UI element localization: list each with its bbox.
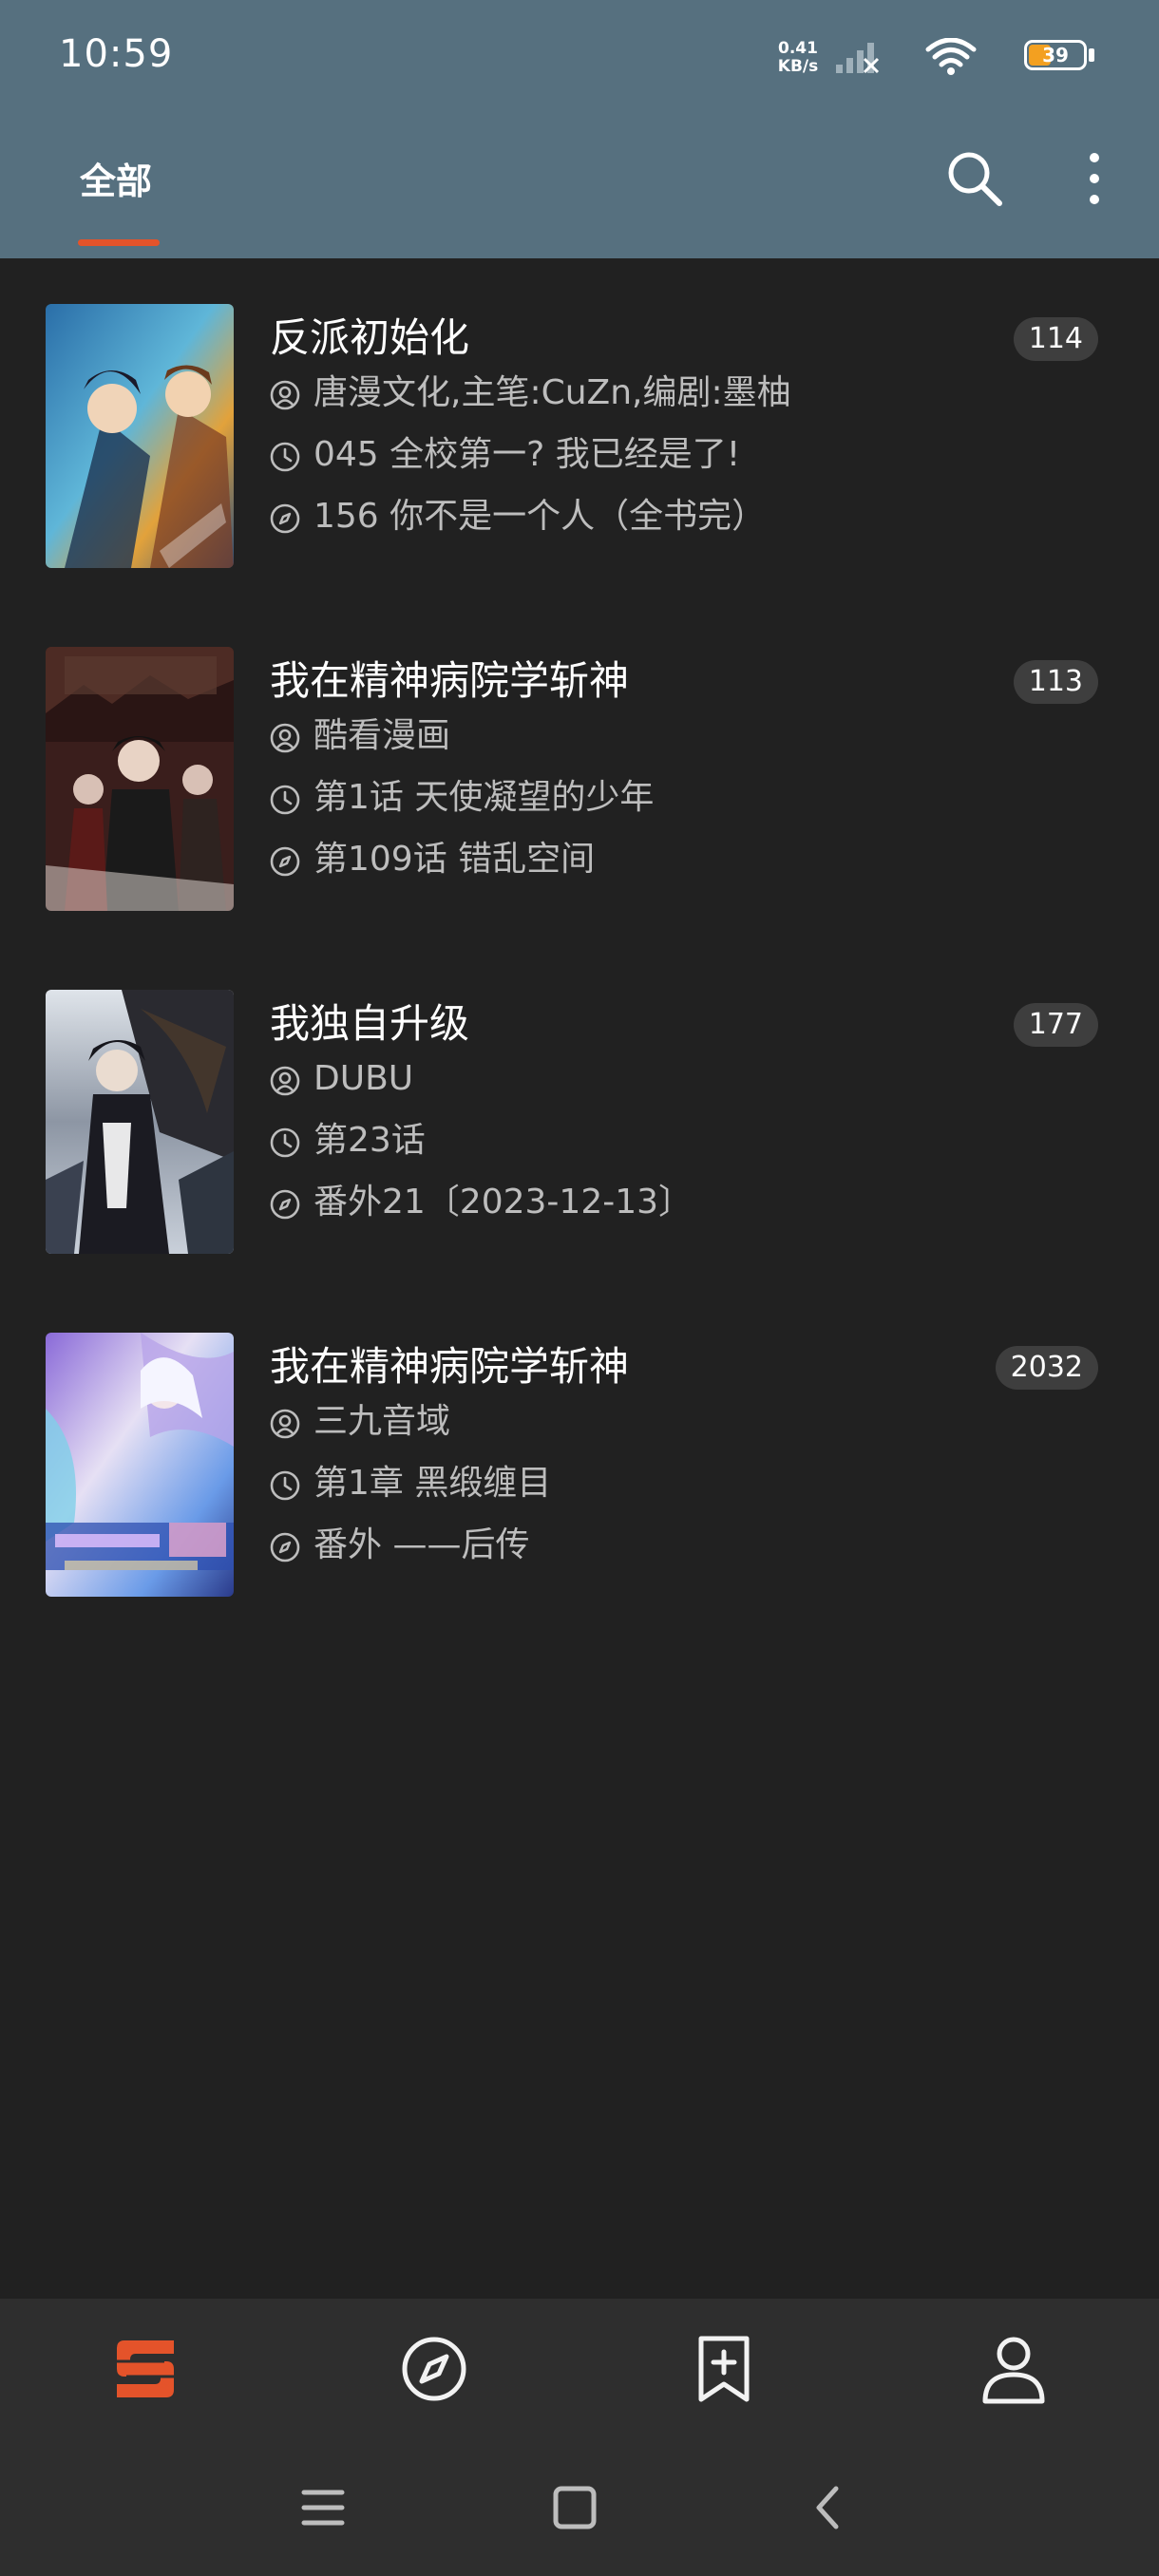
comic-author-text: 三九音域 xyxy=(314,1402,451,1441)
more-options-icon[interactable] xyxy=(1074,144,1115,213)
comic-latest-text: 番外 ——后传 xyxy=(314,1525,530,1564)
comic-latest-text: 156 你不是一个人（全书完） xyxy=(314,497,767,536)
chapter-count-badge: 2032 xyxy=(995,1346,1098,1390)
user-icon xyxy=(270,723,300,753)
chapter-count-badge: 114 xyxy=(1013,317,1098,361)
comic-author-text: 唐漫文化,主笔:CuZn,编剧:墨柚 xyxy=(314,373,791,412)
user-icon xyxy=(270,1409,300,1439)
comic-item[interactable]: 我独自升级 177 DUBU 第23话 番外21〔2023-12-13〕 xyxy=(0,944,1159,1288)
wifi-icon xyxy=(925,38,977,75)
clock-icon xyxy=(270,785,300,815)
battery-level: 39 xyxy=(1042,44,1069,66)
comic-last-read-text: 第23话 xyxy=(314,1121,426,1160)
compass-icon xyxy=(270,1532,300,1563)
comic-cover xyxy=(46,990,234,1254)
tab-all[interactable]: 全部 xyxy=(80,152,152,204)
comic-cover xyxy=(46,647,234,911)
comic-author-text: DUBU xyxy=(314,1059,414,1098)
comic-title: 反派初始化 xyxy=(270,314,470,361)
menu-icon[interactable] xyxy=(294,2479,352,2536)
user-icon xyxy=(270,380,300,410)
comic-last-read-text: 045 全校第一? 我已经是了! xyxy=(314,435,741,474)
comic-item[interactable]: 我在精神病院学斩神 2032 三九音域 第1章 黑缎缠目 番外 ——后传 xyxy=(0,1287,1159,1631)
battery-icon: 39 xyxy=(1024,40,1098,74)
system-navigation-bar xyxy=(0,2439,1159,2576)
comic-last-read-text: 第1章 黑缎缠目 xyxy=(314,1464,552,1503)
bottom-navigation xyxy=(0,2299,1159,2439)
comic-title: 我在精神病院学斩神 xyxy=(270,657,630,704)
comic-author-text: 酷看漫画 xyxy=(314,716,451,755)
clock-icon xyxy=(270,442,300,472)
profile-icon[interactable] xyxy=(976,2331,1052,2407)
net-speed-unit: KB/s xyxy=(777,57,819,76)
comic-title: 我独自升级 xyxy=(270,1000,470,1047)
comic-item[interactable]: 反派初始化 114 唐漫文化,主笔:CuZn,编剧:墨柚 045 全校第一? 我… xyxy=(0,258,1159,602)
bookmark-add-icon[interactable] xyxy=(686,2331,762,2407)
clock-icon xyxy=(270,1127,300,1158)
comic-cover xyxy=(46,1333,234,1597)
net-speed-value: 0.41 xyxy=(778,39,818,58)
compass-icon xyxy=(270,1189,300,1220)
compass-icon xyxy=(270,503,300,534)
home-icon[interactable] xyxy=(546,2479,603,2536)
chapter-count-badge: 113 xyxy=(1013,660,1098,704)
search-icon[interactable] xyxy=(940,144,1009,213)
comic-last-read-text: 第1话 天使凝望的少年 xyxy=(314,778,655,817)
app-header: 10:59 0.41 KB/s 39 全部 xyxy=(0,0,1159,258)
signal-icon xyxy=(836,43,880,74)
comic-item[interactable]: 我在精神病院学斩神 113 酷看漫画 第1话 天使凝望的少年 第109话 错乱空… xyxy=(0,601,1159,945)
compass-icon xyxy=(270,846,300,877)
status-icons: 0.41 KB/s 39 xyxy=(756,32,1098,80)
tab-indicator xyxy=(78,239,160,246)
user-icon xyxy=(270,1066,300,1096)
comic-title: 我在精神病院学斩神 xyxy=(270,1343,630,1390)
discover-compass-icon[interactable] xyxy=(396,2331,472,2407)
status-time: 10:59 xyxy=(59,32,174,76)
comic-latest-text: 第109话 错乱空间 xyxy=(314,840,596,879)
chapter-count-badge: 177 xyxy=(1013,1003,1098,1047)
clock-icon xyxy=(270,1470,300,1501)
back-icon[interactable] xyxy=(800,2479,857,2536)
network-speed: 0.41 KB/s xyxy=(770,40,826,76)
comic-latest-text: 番外21〔2023-12-13〕 xyxy=(314,1183,694,1222)
bookshelf-icon[interactable] xyxy=(107,2331,183,2407)
comic-cover xyxy=(46,304,234,568)
